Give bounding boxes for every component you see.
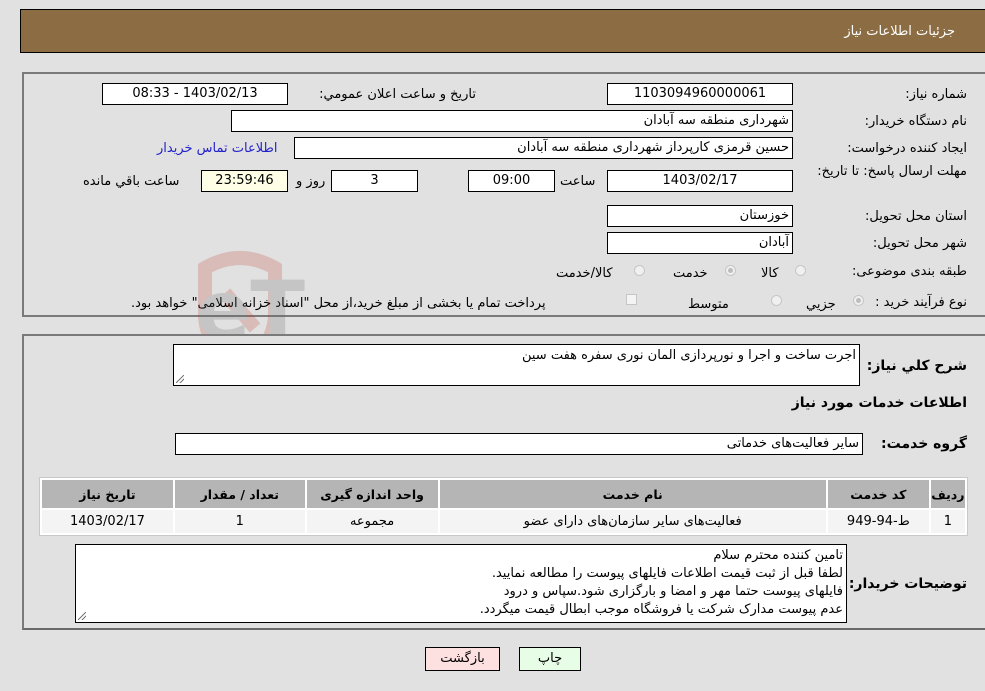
process-option-minor: جزيي: [806, 297, 836, 312]
description-label: شرح كلي نياز:: [866, 358, 967, 374]
page-title: جزئیات اطلاعات نیاز: [844, 24, 955, 39]
details-panel: [22, 72, 985, 317]
province-label: استان محل تحویل:: [865, 209, 967, 224]
category-option-goods: کالا: [761, 266, 779, 281]
buyer-notes-label: توضیحات خریدار:: [848, 576, 967, 592]
cell-need-date: 1403/02/17: [42, 510, 173, 533]
process-radio-medium[interactable]: [771, 295, 782, 306]
purchase-process-label: نوع فرآیند خرید :: [875, 295, 967, 310]
province-field: خوزستان: [607, 205, 793, 227]
buyer-notes-line: فایلهای پیوست حتما مهر و امضا و بارگزاری…: [503, 584, 843, 599]
days-label: روز و: [296, 174, 326, 189]
category-label: طبقه بندی موضوعی:: [851, 264, 967, 279]
col-row-number: ردیف: [930, 480, 965, 508]
service-group-label: گروه خدمت:: [881, 436, 967, 452]
services-section-title: اطلاعات خدمات مورد نیاز: [791, 395, 967, 411]
process-radio-minor[interactable]: [853, 295, 864, 306]
deadline-time-label: ساعت: [560, 174, 596, 189]
category-radio-goods[interactable]: [795, 265, 806, 276]
buyer-notes-line: تامین کننده محترم سلام: [713, 548, 843, 563]
announce-datetime-label: تاریخ و ساعت اعلان عمومي:: [319, 87, 476, 102]
page-header: جزئیات اطلاعات نیاز: [20, 9, 985, 53]
buyer-org-field: شهرداری منطقه سه آبادان: [231, 110, 793, 132]
table-header-row: ردیف کد خدمت نام خدمت واحد اندازه گیری ت…: [42, 480, 965, 508]
deadline-label: مهلت ارسال پاسخ: تا تاریخ:: [817, 164, 967, 179]
col-quantity: تعداد / مقدار: [174, 480, 305, 508]
category-radio-service[interactable]: [725, 265, 736, 276]
back-button[interactable]: بازگشت: [425, 647, 500, 671]
cell-service-name: فعالیت‌های سایر سازمان‌های دارای عضو: [439, 510, 826, 533]
time-remaining-field: 23:59:46: [201, 170, 288, 192]
description-text: اجرت ساخت و اجرا و نورپردازی المان نوری …: [521, 348, 856, 363]
requester-label: ایجاد کننده درخواست:: [847, 141, 967, 156]
resize-grip-icon[interactable]: [78, 612, 86, 620]
announce-datetime-field: 1403/02/13 - 08:33: [102, 83, 288, 105]
treasury-note: پرداخت تمام یا بخشی از مبلغ خرید،از محل …: [131, 296, 546, 311]
deadline-date-field: 1403/02/17: [607, 170, 793, 192]
col-service-name: نام خدمت: [439, 480, 826, 508]
buyer-notes-textarea[interactable]: تامین کننده محترم سلام لطفا قبل از ثبت ق…: [75, 544, 847, 623]
requester-field: حسین قرمزی کارپرداز شهرداری منطقه سه آبا…: [294, 137, 793, 159]
cell-unit: مجموعه: [306, 510, 438, 533]
service-group-field: سایر فعالیت‌های خدماتی: [175, 433, 863, 455]
category-radio-goods-service[interactable]: [634, 265, 645, 276]
buyer-notes-line: عدم پیوست مدارک شرکت یا فروشگاه موجب ابط…: [479, 602, 843, 617]
category-option-service: خدمت: [673, 266, 708, 281]
cell-quantity: 1: [174, 510, 305, 533]
need-number-label: شماره نیاز:: [905, 87, 967, 102]
time-remaining-label: ساعت باقي مانده: [83, 174, 180, 189]
col-unit: واحد اندازه گیری: [306, 480, 438, 508]
resize-grip-icon[interactable]: [176, 375, 184, 383]
col-need-date: تاریخ نیاز: [42, 480, 173, 508]
description-textarea[interactable]: اجرت ساخت و اجرا و نورپردازی المان نوری …: [173, 344, 860, 386]
category-option-goods-service: کالا/خدمت: [556, 266, 613, 281]
deadline-time-field: 09:00: [468, 170, 555, 192]
cell-service-code: ط-94-949: [827, 510, 929, 533]
process-option-medium: متوسط: [688, 297, 729, 312]
buyer-contact-link[interactable]: اطلاعات تماس خریدار: [157, 141, 277, 156]
need-number-field: 1103094960000061: [607, 83, 793, 105]
city-label: شهر محل تحویل:: [872, 236, 967, 251]
services-table: ردیف کد خدمت نام خدمت واحد اندازه گیری ت…: [39, 477, 968, 536]
table-row: 1 ط-94-949 فعالیت‌های سایر سازمان‌های دا…: [42, 510, 965, 533]
city-field: آبادان: [607, 232, 793, 254]
col-service-code: کد خدمت: [827, 480, 929, 508]
buyer-notes-line: لطفا قبل از ثبت قیمت اطلاعات فایلهای پیو…: [491, 566, 843, 581]
cell-row-number: 1: [930, 510, 965, 533]
treasury-checkbox[interactable]: [626, 294, 637, 305]
buyer-org-label: نام دستگاه خریدار:: [864, 114, 967, 129]
days-remaining-field: 3: [331, 170, 418, 192]
print-button[interactable]: چاپ: [519, 647, 581, 671]
